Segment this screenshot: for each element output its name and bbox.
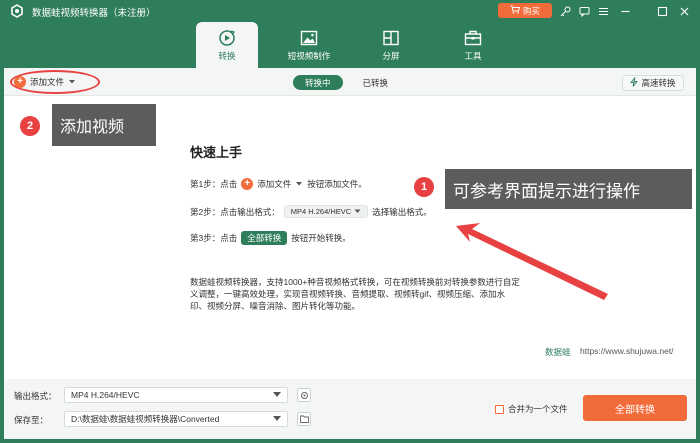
step-1-prefix: 第1步：点击 [190,179,238,189]
close-icon[interactable] [677,4,691,18]
main-nav: 转换 短视频制作 分屏 工具 [0,22,700,68]
bottom-bar: 输出格式： MP4 H.264/HEVC 保存至： D:\数据蛙\数据蛙视频转换… [4,379,696,439]
chevron-down-icon [273,416,281,421]
output-format-label: 输出格式： [14,391,57,401]
chat-icon[interactable] [577,4,591,18]
tab-short-video-label: 短视频制作 [287,50,331,61]
tab-tools[interactable]: 工具 [442,22,504,68]
tab-tools-label: 工具 [464,50,482,61]
settings-icon [300,391,308,399]
save-to-label: 保存至： [14,415,49,425]
step-3-suffix: 按钮开始转换。 [291,233,351,243]
image-icon [300,30,318,45]
guide-step-3: 第3步：点击 全部转换 按钮开始转换。 [190,231,351,245]
minimize-icon[interactable] [618,4,632,18]
brand-logo: 数据蛙 [545,347,571,357]
step-1-button-label: 添加文件 [257,179,292,189]
tab-convert-label: 转换 [218,50,236,61]
chevron-down-icon [273,392,281,397]
tab-convert[interactable]: 转换 [196,22,258,68]
app-logo-icon [11,4,23,18]
merge-label: 合并为一个文件 [508,404,568,414]
format-pill: MP4 H.264/HEVC [283,205,369,218]
output-format-select[interactable]: MP4 H.264/HEVC [64,387,288,403]
merge-option[interactable]: 合并为一个文件 [495,403,568,415]
step-2-prefix: 第2步：点击输出格式： [190,206,280,217]
folder-icon [299,415,309,423]
step-3-prefix: 第3步：点击 [190,233,238,243]
tab-short-video[interactable]: 短视频制作 [278,22,340,68]
buy-button[interactable]: 购买 [498,3,552,18]
output-format-value: MP4 H.264/HEVC [71,390,140,400]
guide-description: 数据蛙视频转换器，支持1000+种音视频格式转换，可在视频转换前对转换参数进行自… [190,277,520,311]
tab-split-screen-label: 分屏 [382,50,400,61]
format-pill-label: MP4 H.264/HEVC [290,207,352,216]
guide-step-2: 第2步：点击输出格式： MP4 H.264/HEVC 选择输出格式。 [190,205,432,218]
title-bar: 数据蛙视频转换器（未注册） 购买 [0,0,700,22]
arrow-annotation [456,223,608,300]
chevron-down-icon [354,209,361,213]
key-icon[interactable] [558,4,572,18]
open-folder-button[interactable] [297,412,311,426]
cart-icon [510,5,521,16]
split-screen-icon [383,30,399,45]
tab-split-screen[interactable]: 分屏 [360,22,422,68]
app-title: 数据蛙视频转换器（未注册） [32,8,156,19]
save-path-value: D:\数据蛙\数据蛙视频转换器\Converted [71,414,220,424]
step-1-suffix: 按钮添加文件。 [307,179,367,189]
toolbox-icon [464,30,482,45]
format-settings-button[interactable] [297,388,311,402]
save-path-select[interactable]: D:\数据蛙\数据蛙视频转换器\Converted [64,411,288,427]
website-link[interactable]: https://www.shujuwa.net/ [580,346,674,356]
plus-icon: + [241,178,254,190]
merge-checkbox[interactable] [495,404,504,414]
convert-icon [219,29,235,46]
chevron-down-icon [295,179,303,189]
guide-step-1: 第1步：点击 + 添加文件 按钮添加文件。 [190,178,367,190]
step-2-suffix: 选择输出格式。 [372,206,432,217]
content-panel: + 添加文件 转换中 已转换 高速转换 2 添加视频 1 可参考界面提示进行操作… [4,68,696,379]
maximize-icon[interactable] [655,4,669,18]
step-3-button-label: 全部转换 [241,231,288,245]
convert-all-button[interactable]: 全部转换 [583,395,687,421]
guide-title: 快速上手 [190,145,243,160]
buy-label: 购买 [522,5,540,16]
menu-icon[interactable] [596,4,610,18]
